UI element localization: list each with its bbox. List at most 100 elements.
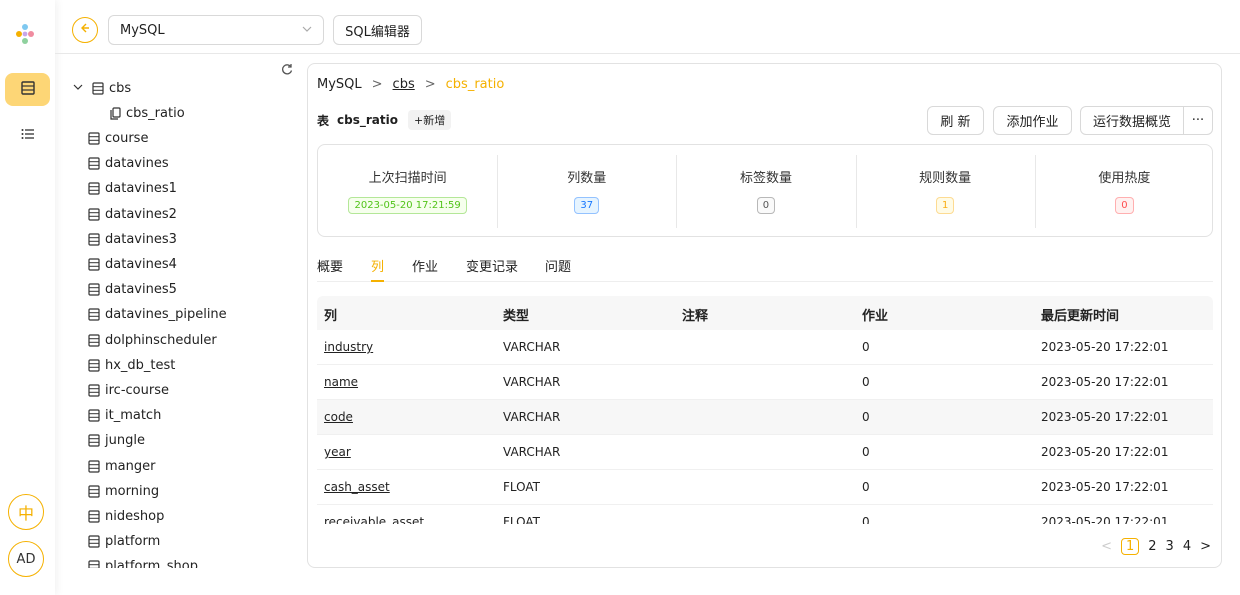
run-profile-button[interactable]: 运行数据概览 — [1080, 106, 1184, 135]
tree-database-item[interactable]: platform — [88, 531, 160, 553]
add-tag-button[interactable]: +新增 — [407, 110, 452, 130]
stats-card: 上次扫描时间 2023-05-20 17:21:59 列数量 37 标签数量 0 规则数量 1… — [317, 144, 1213, 237]
tree-database-item[interactable]: it_match — [88, 405, 161, 427]
tree-database-item[interactable]: manger — [88, 455, 155, 477]
table-cell: 0 — [862, 515, 870, 524]
column-name-link[interactable]: cash_asset — [324, 480, 390, 494]
back-button[interactable] — [72, 17, 98, 43]
column-name-link[interactable]: code — [324, 410, 353, 424]
tree-database-item[interactable]: datavines1 — [88, 178, 177, 200]
table-cell: 2023-05-20 17:22:01 — [1041, 340, 1169, 354]
tree-database-item[interactable]: datavines_pipeline — [88, 304, 227, 326]
tree-database-item[interactable]: nideshop — [88, 505, 164, 527]
tree-database-item[interactable]: jungle — [88, 430, 145, 452]
tab-item[interactable]: 作业 — [412, 256, 438, 282]
breadcrumb-root[interactable]: MySQL — [317, 77, 362, 92]
stat-item: 使用热度 0 — [1035, 145, 1214, 238]
column-header: 类型 — [503, 309, 530, 324]
tree-database-item[interactable]: hx_db_test — [88, 354, 175, 376]
tree-database-item[interactable]: morning — [88, 480, 159, 502]
breadcrumb-database[interactable]: cbs — [393, 77, 415, 92]
table-cell: 0 — [862, 410, 870, 424]
chevron-down-icon[interactable] — [73, 82, 88, 95]
stat-item: 规则数量 1 — [856, 145, 1035, 238]
tab-item[interactable]: 问题 — [545, 256, 571, 282]
database-icon — [88, 207, 105, 221]
table-row: industry VARCHAR 0 2023-05-20 17:22:01 — [317, 330, 1213, 365]
tree-item-label: cbs — [109, 80, 132, 96]
database-tree: cbs cbs_ratiocourse datavines datavines1 dat… — [55, 55, 298, 568]
refresh-button[interactable]: 刷 新 — [927, 106, 984, 135]
table-cell: 2023-05-20 17:22:01 — [1041, 515, 1169, 524]
stat-item: 标签数量 0 — [676, 145, 855, 238]
user-avatar[interactable]: AD — [8, 541, 44, 577]
nav-list-button[interactable] — [5, 119, 50, 152]
tree-database-item[interactable]: datavines3 — [88, 228, 177, 250]
next-page-button[interactable]: > — [1200, 539, 1211, 554]
table-row: cash_asset FLOAT 0 2023-05-20 17:22:01 — [317, 470, 1213, 505]
nav-table-button[interactable] — [5, 73, 50, 106]
list-icon — [20, 126, 36, 146]
table-cell: VARCHAR — [503, 375, 561, 389]
breadcrumb: MySQL > cbs > cbs_ratio — [317, 77, 504, 92]
stat-label: 标签数量 — [739, 171, 792, 186]
more-actions-button[interactable]: ··· — [1183, 106, 1213, 135]
language-switch-button[interactable]: 中 — [8, 494, 44, 530]
tab-item[interactable]: 概要 — [317, 256, 343, 282]
tree-database-item[interactable]: datavines5 — [88, 279, 177, 301]
tree-database-item[interactable]: course — [88, 127, 148, 149]
tree-database-item[interactable]: cbs — [73, 77, 131, 99]
tab-item[interactable]: 列 — [371, 256, 385, 282]
database-icon — [88, 560, 105, 568]
column-name-link[interactable]: year — [324, 445, 351, 459]
add-job-button[interactable]: 添加作业 — [993, 106, 1072, 135]
tree-database-item[interactable]: datavines — [88, 153, 169, 175]
page-number-button[interactable]: 4 — [1183, 539, 1191, 554]
column-name-link[interactable]: name — [324, 375, 358, 389]
tree-item-label: datavines2 — [105, 206, 177, 222]
table-cell: 0 — [862, 480, 870, 494]
tree-database-item[interactable]: dolphinscheduler — [88, 329, 217, 351]
table-cell: 2023-05-20 17:22:01 — [1041, 410, 1169, 424]
column-header: 最后更新时间 — [1041, 309, 1120, 324]
tree-item-label: dolphinscheduler — [105, 332, 217, 348]
database-icon — [88, 359, 105, 372]
tree-table-item[interactable]: cbs_ratio — [110, 102, 185, 124]
tree-database-item[interactable]: platform_shop — [88, 556, 198, 568]
database-icon — [88, 510, 105, 523]
stat-item: 上次扫描时间 2023-05-20 17:21:59 — [318, 145, 497, 238]
page-number-button[interactable]: 1 — [1120, 538, 1140, 555]
tree-item-label: cbs_ratio — [126, 105, 185, 121]
app-logo-icon[interactable] — [13, 22, 37, 46]
stat-label: 上次扫描时间 — [368, 171, 447, 186]
entity-type-label: 表 — [317, 113, 330, 128]
tree-database-item[interactable]: irc-course — [88, 379, 169, 401]
database-icon — [88, 233, 105, 246]
database-icon — [88, 283, 105, 296]
column-header: 列 — [324, 309, 338, 324]
datasource-select[interactable]: MySQL — [108, 15, 324, 45]
stat-divider — [676, 155, 678, 228]
tree-item-label: course — [105, 130, 149, 146]
page-number-button[interactable]: 2 — [1148, 539, 1156, 554]
table-cell: 0 — [862, 340, 870, 354]
tree-database-item[interactable]: datavines4 — [88, 253, 177, 275]
tree-database-item[interactable]: datavines2 — [88, 203, 177, 225]
stat-value-badge: 37 — [574, 197, 600, 214]
sql-editor-button[interactable]: SQL编辑器 — [333, 15, 422, 45]
table-name: cbs_ratio — [337, 113, 398, 127]
previous-page-button[interactable]: < — [1101, 539, 1112, 554]
table-cell: VARCHAR — [503, 445, 561, 459]
tree-item-label: platform_shop — [105, 559, 198, 568]
page-number-button[interactable]: 3 — [1166, 539, 1174, 554]
stat-label: 列数量 — [567, 171, 607, 186]
database-icon — [88, 485, 105, 498]
table-title-row: 表 cbs_ratio +新增 — [317, 110, 452, 130]
tree-item-label: datavines5 — [105, 282, 177, 298]
column-name-link[interactable]: industry — [324, 340, 373, 354]
column-name-link[interactable]: receivable_asset — [324, 515, 424, 524]
table-cell: 2023-05-20 17:22:01 — [1041, 445, 1169, 459]
tab-item[interactable]: 变更记录 — [466, 256, 518, 282]
refresh-icon[interactable] — [281, 63, 293, 79]
tree-item-label: it_match — [105, 408, 162, 424]
